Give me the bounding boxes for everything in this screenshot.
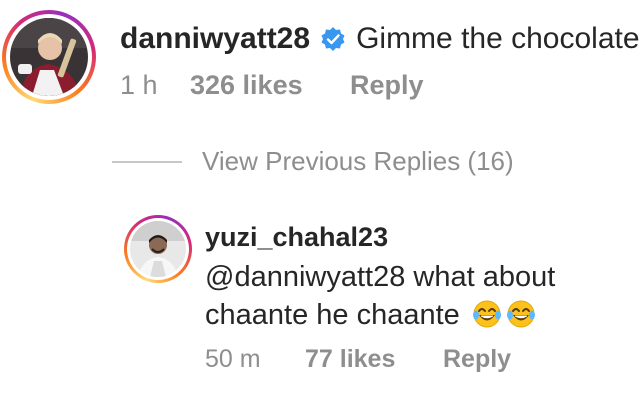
face-with-tears-of-joy-icon xyxy=(472,299,502,329)
view-previous-replies-label[interactable]: View Previous Replies (16) xyxy=(202,146,514,177)
avatar-photo xyxy=(130,221,186,277)
comment-username[interactable]: danniwyatt28 xyxy=(120,22,310,56)
comment-line: danniwyatt28 Gimme the chocolate xyxy=(120,22,640,56)
reply-commenter-avatar[interactable] xyxy=(124,215,192,283)
reply-button[interactable]: Reply xyxy=(350,70,424,101)
avatar-photo xyxy=(10,18,88,96)
reply-likes[interactable]: 77 likes xyxy=(305,345,443,374)
reply-text: @danniwyatt28 what about chaante he chaa… xyxy=(205,258,625,334)
comment-likes[interactable]: 326 likes xyxy=(190,70,350,101)
mention-link[interactable]: @danniwyatt28 xyxy=(205,261,405,293)
comment-text: Gimme the chocolate xyxy=(356,22,640,55)
divider-line xyxy=(112,160,182,163)
reply-button[interactable]: Reply xyxy=(443,345,511,374)
reply-meta: 50 m 77 likes Reply xyxy=(205,345,511,374)
comment-meta: 1 h 326 likes Reply xyxy=(120,70,424,101)
reply-username[interactable]: yuzi_chahal23 xyxy=(205,222,388,253)
reply-text-part: what about xyxy=(405,261,556,293)
view-previous-replies[interactable]: View Previous Replies (16) xyxy=(112,146,514,177)
comment-time: 1 h xyxy=(120,70,158,100)
reply-time: 50 m xyxy=(205,345,261,373)
reply-text-part: chaante he chaante xyxy=(205,299,460,331)
face-with-tears-of-joy-icon xyxy=(506,299,536,329)
commenter-avatar[interactable] xyxy=(2,10,96,104)
verified-badge-icon xyxy=(320,26,346,52)
